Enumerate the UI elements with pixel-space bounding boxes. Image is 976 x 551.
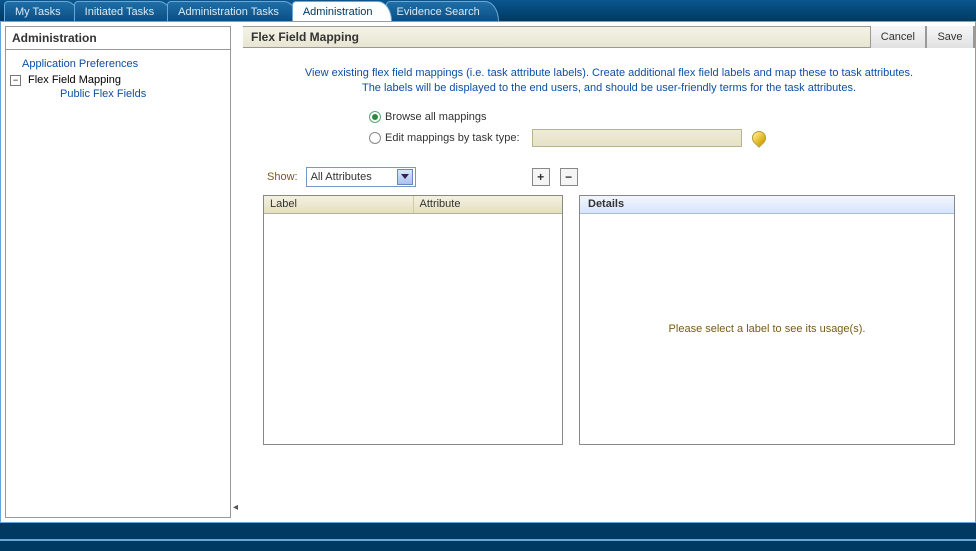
tree-public-flex-fields[interactable]: Public Flex Fields <box>42 86 226 102</box>
tab-administration-tasks[interactable]: Administration Tasks <box>167 1 298 21</box>
tree-flex-field-mapping[interactable]: Flex Field Mapping Public Flex Fields <box>10 72 226 104</box>
link-public-flex-fields[interactable]: Public Flex Fields <box>60 88 146 100</box>
grid-col-label[interactable]: Label <box>264 196 414 213</box>
page-title: Flex Field Mapping <box>251 30 359 44</box>
remove-mapping-button[interactable]: − <box>560 168 578 186</box>
sidebar-panel: Administration Application Preferences F… <box>5 26 231 518</box>
link-app-prefs[interactable]: Application Preferences <box>22 58 138 70</box>
tree-app-prefs[interactable]: Application Preferences <box>10 56 226 72</box>
sidebar-title: Administration <box>6 27 230 50</box>
mapping-mode-radiogroup: Browse all mappings Edit mappings by tas… <box>369 111 849 147</box>
main-tabbar: My Tasks Initiated Tasks Administration … <box>0 0 976 22</box>
radio-browse-all-label: Browse all mappings <box>385 111 487 123</box>
details-panel: Details Please select a label to see its… <box>579 195 955 445</box>
workspace: Administration Application Preferences F… <box>0 22 976 523</box>
intro-text: View existing flex field mappings (i.e. … <box>305 66 913 97</box>
footer-bar <box>0 539 976 551</box>
content-header: Flex Field Mapping Cancel Save <box>243 26 975 48</box>
details-title: Details <box>580 196 954 214</box>
lower-split: Label Attribute Details Please select a … <box>263 195 955 445</box>
sidebar-tree: Application Preferences Flex Field Mappi… <box>6 50 230 110</box>
radio-by-task-type[interactable] <box>369 132 381 144</box>
mappings-grid[interactable]: Label Attribute <box>263 195 563 445</box>
show-select-value: All Attributes <box>311 171 372 183</box>
task-type-input[interactable] <box>532 129 742 147</box>
show-select[interactable]: All Attributes <box>306 167 416 187</box>
save-button[interactable]: Save <box>926 26 974 48</box>
grid-header: Label Attribute <box>264 196 562 214</box>
app-root: My Tasks Initiated Tasks Administration … <box>0 0 976 551</box>
show-label: Show: <box>267 171 298 183</box>
tab-my-tasks[interactable]: My Tasks <box>4 1 80 21</box>
splitter-handle[interactable] <box>235 22 243 522</box>
tree-flex-field-mapping-label: Flex Field Mapping <box>28 74 121 86</box>
show-row: Show: All Attributes + − <box>267 167 955 187</box>
radio-browse-all[interactable] <box>369 111 381 123</box>
radio-by-task-type-row[interactable]: Edit mappings by task type: <box>369 129 849 147</box>
tab-evidence-search[interactable]: Evidence Search <box>386 1 499 21</box>
radio-by-task-type-label: Edit mappings by task type: <box>385 132 520 144</box>
grid-body <box>264 214 562 444</box>
chevron-down-icon[interactable] <box>397 169 413 185</box>
task-type-lookup-icon[interactable] <box>749 128 769 148</box>
tab-administration[interactable]: Administration <box>292 1 392 21</box>
tab-initiated-tasks[interactable]: Initiated Tasks <box>74 1 174 21</box>
add-mapping-button[interactable]: + <box>532 168 550 186</box>
intro-line1: View existing flex field mappings (i.e. … <box>305 67 913 79</box>
radio-browse-all-row[interactable]: Browse all mappings <box>369 111 849 123</box>
content-body: View existing flex field mappings (i.e. … <box>243 48 975 518</box>
grid-col-attribute[interactable]: Attribute <box>414 196 563 213</box>
content-panel: Flex Field Mapping Cancel Save View exis… <box>243 26 975 518</box>
intro-line2: The labels will be displayed to the end … <box>362 82 856 94</box>
details-empty-message: Please select a label to see its usage(s… <box>580 214 954 444</box>
cancel-button[interactable]: Cancel <box>870 26 926 48</box>
